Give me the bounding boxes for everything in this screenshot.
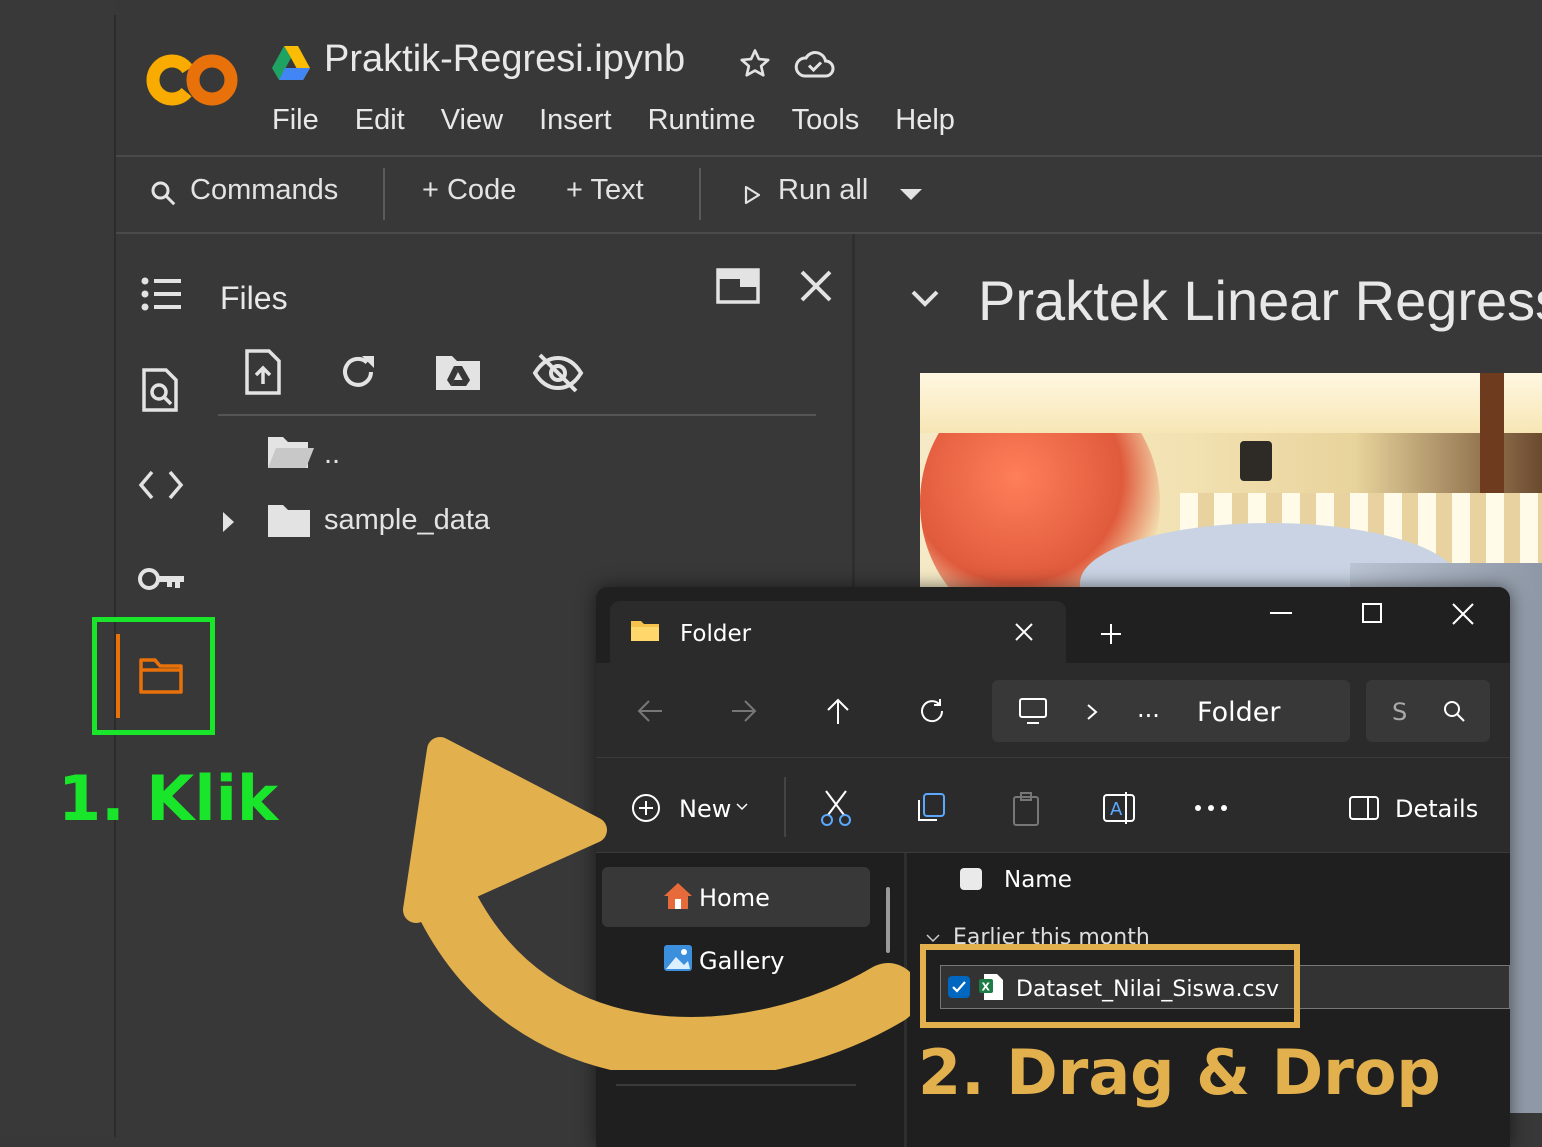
details-pane-icon: [1349, 796, 1379, 820]
star-icon[interactable]: [736, 46, 774, 82]
refresh-icon[interactable]: [918, 697, 946, 725]
copy-icon[interactable]: [914, 791, 948, 825]
nav-divider: [616, 1084, 856, 1086]
group-collapse-icon[interactable]: [926, 933, 940, 943]
hide-files-icon[interactable]: [532, 352, 584, 394]
open-in-tab-icon[interactable]: [716, 268, 760, 304]
left-gutter: [0, 0, 114, 1137]
details-button[interactable]: Details: [1395, 795, 1478, 823]
menu-tools[interactable]: Tools: [792, 104, 860, 137]
step2-label: 2. Drag & Drop: [918, 1036, 1441, 1109]
menu-view[interactable]: View: [441, 104, 503, 137]
menu-help[interactable]: Help: [895, 104, 955, 137]
parent-folder-entry[interactable]: ..: [324, 438, 340, 471]
paste-icon[interactable]: [1010, 791, 1042, 827]
highlight-box-file: [920, 944, 1300, 1028]
explorer-tab[interactable]: [610, 601, 1066, 663]
select-all-checkbox[interactable]: [960, 868, 982, 890]
new-tab-icon[interactable]: [1100, 623, 1122, 645]
commands-button[interactable]: Commands: [190, 174, 338, 207]
folder-icon: [268, 505, 310, 537]
highlight-box-folder: [92, 617, 215, 735]
minimize-icon[interactable]: [1270, 612, 1292, 614]
more-options-icon[interactable]: [1194, 803, 1228, 813]
add-code-button[interactable]: + Code: [422, 174, 516, 207]
collapse-section-icon[interactable]: [910, 288, 940, 310]
svg-text:A: A: [1110, 799, 1123, 820]
folder-open-icon: [268, 437, 314, 468]
window-close-icon[interactable]: [1452, 603, 1474, 625]
step1-label: 1. Klik: [58, 762, 279, 835]
search-box[interactable]: [1366, 680, 1490, 742]
expand-arrow-icon[interactable]: [220, 510, 236, 534]
toolbar-separator: [699, 168, 701, 220]
tab-close-icon[interactable]: [1014, 622, 1034, 642]
column-header-name[interactable]: Name: [1004, 867, 1072, 893]
menu-edit[interactable]: Edit: [355, 104, 405, 137]
chevron-down-icon[interactable]: [898, 186, 924, 202]
refresh-icon[interactable]: [338, 352, 378, 392]
close-icon[interactable]: [798, 268, 834, 304]
rename-icon[interactable]: A: [1102, 791, 1136, 825]
play-icon: [744, 185, 761, 205]
folder-icon: [631, 621, 659, 641]
cloud-saved-icon[interactable]: [794, 46, 836, 82]
menu-file[interactable]: File: [272, 104, 319, 137]
breadcrumb-chevron-icon: [1087, 704, 1098, 720]
google-drive-icon: [272, 46, 310, 80]
key-icon[interactable]: [136, 562, 186, 596]
breadcrumb-ellipsis[interactable]: ...: [1137, 695, 1160, 723]
code-snippets-icon[interactable]: [138, 468, 184, 502]
table-of-contents-icon[interactable]: [140, 276, 182, 312]
search-icon[interactable]: [1442, 699, 1466, 723]
this-pc-icon: [1019, 698, 1047, 724]
notebook-heading: Praktek Linear Regress: [978, 269, 1542, 332]
sample-data-folder[interactable]: sample_data: [324, 504, 490, 537]
breadcrumb-current[interactable]: Folder: [1197, 697, 1280, 728]
add-text-button[interactable]: + Text: [566, 174, 644, 207]
menu-runtime[interactable]: Runtime: [648, 104, 756, 137]
notebook-title[interactable]: Praktik-Regresi.ipynb: [324, 38, 685, 81]
explorer-tab-title: Folder: [680, 621, 752, 647]
run-all-button[interactable]: Run all: [778, 174, 868, 207]
upload-file-icon[interactable]: [244, 348, 282, 396]
search-placeholder: S: [1392, 698, 1408, 726]
menu-bar: File Edit View Insert Runtime Tools Help: [272, 104, 955, 137]
colab-logo[interactable]: [146, 48, 238, 112]
drag-arrow-icon: [403, 737, 910, 1070]
find-replace-icon[interactable]: [140, 366, 182, 414]
menu-insert[interactable]: Insert: [539, 104, 612, 137]
files-divider: [218, 414, 816, 416]
files-panel-title: Files: [220, 280, 288, 316]
mount-drive-icon[interactable]: [434, 352, 482, 392]
search-icon: [151, 181, 176, 206]
toolbar-separator: [383, 168, 385, 220]
maximize-icon[interactable]: [1362, 603, 1382, 623]
